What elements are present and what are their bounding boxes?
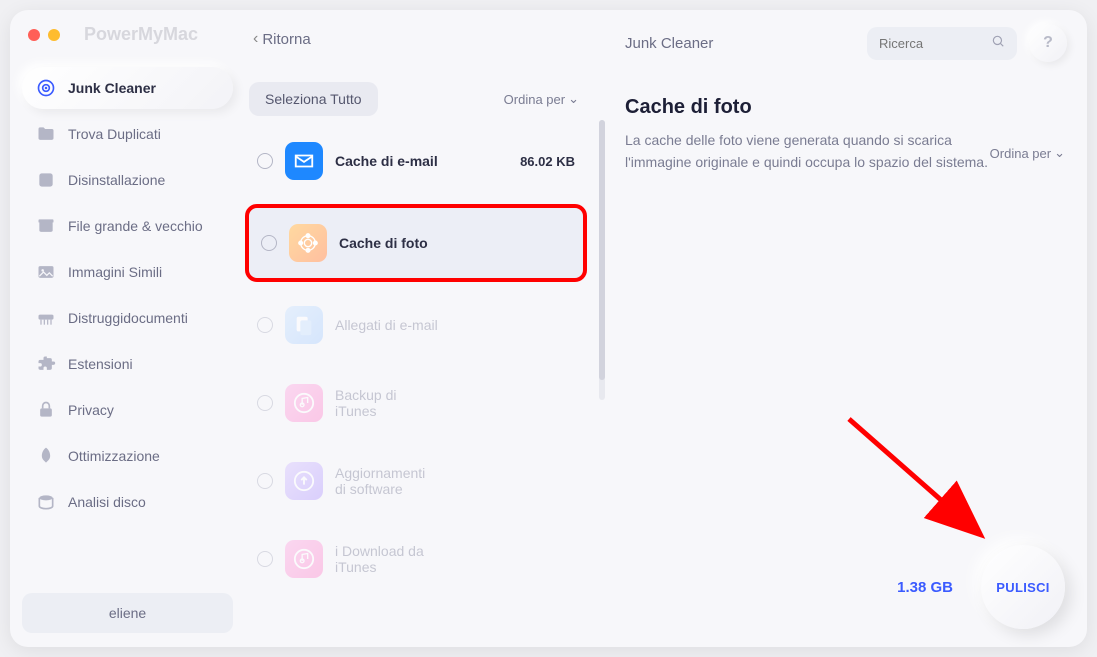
item-label: Cache di e-mail [335, 153, 508, 169]
itunes-icon [285, 384, 323, 422]
lock-icon [36, 400, 56, 420]
sidebar-item-duplicates[interactable]: Trova Duplicati [22, 113, 233, 155]
search-box[interactable] [867, 27, 1017, 60]
sidebar-item-label: Ottimizzazione [68, 448, 160, 464]
list-item[interactable]: i Download da iTunes [245, 524, 587, 594]
sidebar-item-label: Privacy [68, 402, 114, 418]
sidebar-item-uninstall[interactable]: Disinstallazione [22, 159, 233, 201]
update-icon [285, 462, 323, 500]
chevron-down-icon: ⌄ [568, 91, 579, 107]
list-item[interactable]: Allegati di e-mail [245, 290, 587, 360]
sidebar-item-label: Disinstallazione [68, 172, 165, 188]
mail-icon [285, 142, 323, 180]
list-item[interactable]: Cache di e-mail 86.02 KB [245, 126, 587, 196]
detail-description: La cache delle foto viene generata quand… [625, 129, 1005, 174]
item-size: 86.02 KB [520, 154, 575, 169]
back-label: Ritorna [262, 31, 310, 48]
sidebar-item-label: Junk Cleaner [68, 80, 156, 96]
image-icon [36, 262, 56, 282]
app-name: PowerMyMac [84, 24, 198, 45]
select-all-button[interactable]: Seleziona Tutto [249, 82, 378, 116]
photo-icon [289, 224, 327, 262]
sidebar-item-similar-images[interactable]: Immagini Simili [22, 251, 233, 293]
sidebar-item-label: Immagini Simili [68, 264, 162, 280]
sidebar-item-shredder[interactable]: Distruggidocumenti [22, 297, 233, 339]
sidebar-item-label: Analisi disco [68, 494, 146, 510]
search-input[interactable] [879, 36, 983, 51]
list-item[interactable]: Cache di foto [245, 204, 587, 282]
sidebar-item-optimize[interactable]: Ottimizzazione [22, 435, 233, 477]
item-label: i Download da iTunes [335, 543, 575, 575]
rocket-icon [36, 446, 56, 466]
user-chip[interactable]: eliene [22, 593, 233, 633]
attach-icon [285, 306, 323, 344]
folder-icon [36, 124, 56, 144]
radio-button[interactable] [257, 551, 273, 567]
disk-icon [36, 492, 56, 512]
sidebar-item-privacy[interactable]: Privacy [22, 389, 233, 431]
chevron-left-icon: ‹ [253, 30, 258, 48]
sidebar-item-label: Distruggidocumenti [68, 310, 188, 326]
radio-button[interactable] [261, 235, 277, 251]
radio-button[interactable] [257, 473, 273, 489]
sort-by-dropdown[interactable]: Ordina per ⌄ [504, 91, 579, 107]
shredder-icon [36, 308, 56, 328]
help-button[interactable]: ? [1029, 24, 1067, 62]
sidebar-item-extensions[interactable]: Estensioni [22, 343, 233, 385]
sidebar-item-junk-cleaner[interactable]: Junk Cleaner [22, 67, 233, 109]
list-item[interactable]: Backup di iTunes [245, 368, 587, 438]
box-icon [36, 216, 56, 236]
search-icon [991, 34, 1005, 53]
close-window-dot[interactable] [28, 29, 40, 41]
page-title: Junk Cleaner [625, 35, 855, 52]
target-icon [36, 78, 56, 98]
radio-button[interactable] [257, 153, 273, 169]
chevron-down-icon: ⌄ [1054, 145, 1065, 161]
user-name: eliene [109, 605, 146, 621]
item-label: Backup di iTunes [335, 387, 575, 419]
dl-icon [285, 540, 323, 578]
item-label: Allegati di e-mail [335, 317, 575, 333]
sidebar-item-disk-analysis[interactable]: Analisi disco [22, 481, 233, 523]
item-label: Aggiornamenti di software [335, 465, 575, 497]
radio-button[interactable] [257, 317, 273, 333]
puzzle-icon [36, 354, 56, 374]
radio-button[interactable] [257, 395, 273, 411]
sidebar-item-label: Trova Duplicati [68, 126, 161, 142]
sidebar-item-label: Estensioni [68, 356, 133, 372]
item-label: Cache di foto [339, 235, 571, 251]
app-icon [36, 170, 56, 190]
back-button[interactable]: ‹ Ritorna [245, 24, 595, 54]
list-item[interactable]: Aggiornamenti di software [245, 446, 587, 516]
sidebar-item-large-old[interactable]: File grande & vecchio [22, 205, 233, 247]
clean-button[interactable]: PULISCI [981, 545, 1065, 629]
total-size: 1.38 GB [897, 579, 953, 596]
minimize-window-dot[interactable] [48, 29, 60, 41]
detail-heading: Cache di foto [625, 96, 1067, 119]
detail-sort-dropdown[interactable]: Ordina per ⌄ [990, 145, 1065, 161]
sidebar-item-label: File grande & vecchio [68, 218, 203, 234]
